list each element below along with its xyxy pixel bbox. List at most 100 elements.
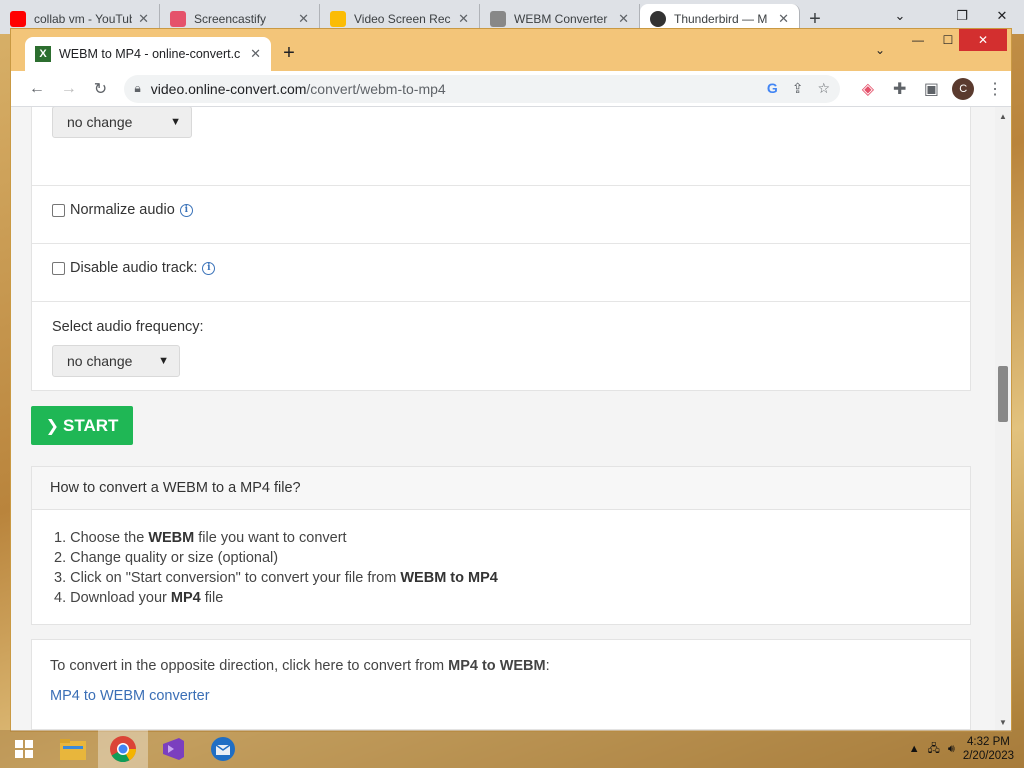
opposite-direction-panel: To convert in the opposite direction, cl… [31, 639, 971, 730]
windows-start-button[interactable] [0, 730, 48, 768]
google-lens-icon[interactable]: G [767, 80, 778, 97]
step-bold: WEBM to MP4 [400, 570, 498, 586]
youtube-icon [10, 11, 26, 27]
howto-step: 3. Click on "Start conversion" to conver… [54, 568, 952, 588]
clock-time: 4:32 PM [967, 736, 1010, 748]
chevron-down-icon[interactable]: ⌄ [875, 43, 885, 57]
url-path: /convert/webm-to-mp4 [306, 80, 446, 97]
profile-avatar[interactable]: C [947, 73, 979, 105]
chevron-up-icon[interactable]: ▲ [909, 743, 920, 755]
close-icon[interactable]: ✕ [778, 11, 789, 27]
audio-settings-panel: no change ▼ Normalize audio i Disable au… [31, 107, 971, 391]
howto-title: How to convert a WEBM to a MP4 file? [32, 467, 970, 510]
clock-date: 2/20/2023 [962, 750, 1014, 762]
cloud-icon [490, 11, 506, 27]
forward-icon[interactable]: → [53, 73, 85, 105]
close-icon[interactable]: ✕ [618, 11, 629, 27]
audio-frequency-row: Select audio frequency: no change ▼ [32, 302, 970, 390]
step-text: file [200, 590, 224, 606]
screencastify-icon [170, 11, 186, 27]
url-host: video.online-convert.com [150, 80, 307, 97]
system-tray: ▲ 🖧︎ 🔊︎ 4:32 PM 2/20/2023 [909, 735, 1024, 763]
file-explorer-button[interactable] [48, 730, 98, 768]
scroll-down-icon[interactable]: ▼ [995, 715, 1011, 729]
normalize-audio-option: Normalize audio i [52, 202, 193, 218]
thunderbird-icon [211, 737, 235, 761]
howto-step: 1. Choose the WEBM file you want to conv… [54, 528, 952, 548]
scrollbar-thumb[interactable] [998, 366, 1008, 422]
active-tab[interactable]: X WEBM to MP4 - online-convert.c ✕ [25, 37, 271, 71]
opposite-text-pre: To convert in the opposite direction, cl… [50, 658, 449, 674]
clock[interactable]: 4:32 PM 2/20/2023 [963, 735, 1014, 763]
start-label: START [63, 415, 119, 435]
taskbar: ▲ 🖧︎ 🔊︎ 4:32 PM 2/20/2023 [0, 730, 1024, 768]
close-icon[interactable]: ✕ [250, 46, 261, 62]
drive-icon [330, 11, 346, 27]
volume-icon[interactable]: 🔊︎ [948, 743, 955, 756]
close-window-icon[interactable]: ✕ [959, 29, 1007, 51]
step-number: 1. [54, 530, 67, 546]
start-button[interactable]: ❯ START [31, 406, 133, 445]
howto-panel: How to convert a WEBM to a MP4 file? 1. … [31, 466, 971, 625]
thunderbird-button[interactable] [198, 730, 248, 768]
page-scrollbar[interactable]: ▲ ▼ [995, 107, 1011, 731]
browser-window: X WEBM to MP4 - online-convert.c ✕ + ⌄ —… [10, 28, 1012, 732]
minimize-icon[interactable]: — [903, 29, 933, 51]
disable-audio-label: Disable audio track: [70, 260, 198, 276]
side-panel-icon[interactable]: ▣ [916, 73, 948, 105]
top-select-row: no change ▼ [32, 107, 970, 186]
normalize-audio-label: Normalize audio [70, 202, 175, 218]
step-bold: MP4 [170, 590, 201, 606]
disable-audio-row: Disable audio track: i [32, 244, 970, 302]
howto-steps: 1. Choose the WEBM file you want to conv… [32, 510, 970, 608]
top-select[interactable]: no change ▼ [52, 107, 192, 138]
step-text: Change quality or size (optional) [70, 550, 279, 566]
step-number: 4. [54, 590, 67, 606]
star-icon[interactable]: ☆ [817, 80, 830, 97]
new-tab-icon[interactable]: + [277, 41, 301, 65]
chevron-right-icon: ❯ [45, 417, 59, 435]
tab-strip: X WEBM to MP4 - online-convert.c ✕ + ⌄ —… [11, 29, 1011, 71]
share-icon[interactable]: ⇪ [792, 80, 804, 97]
visual-studio-button[interactable] [148, 730, 198, 768]
normalize-audio-row: Normalize audio i [32, 186, 970, 244]
opposite-text-post: : [545, 658, 550, 674]
step-number: 2. [54, 550, 67, 566]
mp4-to-webm-link[interactable]: MP4 to WEBM converter [32, 674, 970, 704]
tab-title: WEBM to MP4 - online-convert.c [59, 47, 241, 61]
select-value: no change [67, 114, 133, 130]
step-text: Choose the [70, 530, 149, 546]
network-icon[interactable]: 🖧︎ [928, 740, 940, 759]
address-bar[interactable]: 🔒︎ video.online-convert.com/convert/webm… [124, 74, 840, 103]
howto-step: 4. Download your MP4 file [54, 588, 952, 608]
scroll-up-icon[interactable]: ▲ [995, 109, 1011, 123]
outer-tab-title: Video Screen Rec [354, 12, 451, 26]
outer-tab-title: Thunderbird — M [674, 12, 768, 26]
audio-frequency-label: Select audio frequency: [52, 319, 204, 335]
info-icon[interactable]: i [179, 203, 193, 217]
chrome-button[interactable] [98, 730, 148, 768]
extensions-icon[interactable]: ✚ [884, 73, 916, 105]
back-icon[interactable]: ← [21, 73, 53, 105]
close-icon[interactable]: ✕ [138, 11, 149, 27]
normalize-audio-checkbox[interactable] [52, 203, 65, 217]
step-text: file you want to convert [194, 530, 347, 546]
info-icon[interactable]: i [202, 261, 216, 275]
windows-icon [15, 740, 33, 758]
menu-icon[interactable]: ⋮ [979, 73, 1011, 105]
close-icon[interactable]: ✕ [458, 11, 469, 27]
close-icon[interactable]: ✕ [298, 11, 309, 27]
screencastify-extension-icon[interactable]: ◈ [852, 73, 884, 105]
disable-audio-checkbox[interactable] [52, 261, 65, 275]
opposite-text: To convert in the opposite direction, cl… [32, 640, 970, 674]
select-value: no change [67, 353, 133, 369]
disable-audio-option: Disable audio track: i [52, 260, 216, 276]
browser-toolbar: ← → ↻ 🔒︎ video.online-convert.com/conver… [11, 71, 1011, 107]
step-number: 3. [54, 570, 67, 586]
step-text: Click on "Start conversion" to convert y… [70, 570, 401, 586]
reload-icon[interactable]: ↻ [85, 73, 117, 105]
howto-step: 2. Change quality or size (optional) [54, 548, 952, 568]
online-convert-icon: X [35, 46, 51, 62]
github-icon [650, 11, 666, 27]
audio-frequency-select[interactable]: no change ▼ [52, 345, 180, 377]
